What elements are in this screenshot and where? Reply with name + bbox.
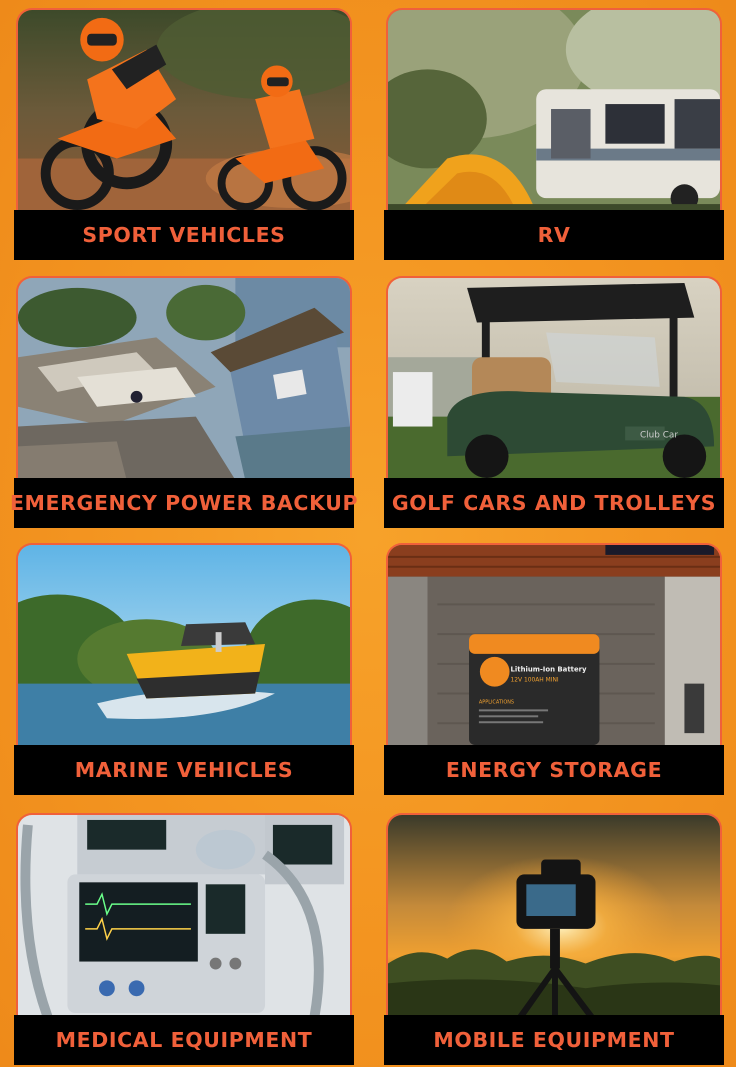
category-label: EMERGENCY POWER BACKUP <box>10 478 357 528</box>
battery-subtitle: 12V 100AH MINI <box>511 677 559 684</box>
category-card-rv[interactable]: RV <box>384 8 724 260</box>
category-card-energy-storage[interactable]: Lithium-Ion Battery 12V 100AH MINI APPLI… <box>384 543 724 795</box>
storm-damage-photo <box>16 276 352 480</box>
speedboat-photo <box>16 543 352 747</box>
golf-cart-badge: Club Car <box>640 430 678 440</box>
category-label: MOBILE EQUIPMENT <box>384 1015 724 1065</box>
category-card-marine-vehicles[interactable]: MARINE VEHICLES <box>14 543 354 795</box>
battery-title: Lithium-Ion Battery <box>511 666 588 674</box>
category-label-text: MEDICAL EQUIPMENT <box>55 1028 313 1052</box>
category-card-golf-cars-and-trolleys[interactable]: Club Car GOLF CARS AND TROLLEYS <box>384 276 724 528</box>
motocross-riders-photo <box>16 8 352 212</box>
category-label: ENERGY STORAGE <box>384 745 724 795</box>
category-card-mobile-equipment[interactable]: MOBILE EQUIPMENT <box>384 813 724 1065</box>
category-card-emergency-power-backup[interactable]: EMERGENCY POWER BACKUP <box>10 276 357 528</box>
battery-section: APPLICATIONS <box>479 699 514 705</box>
category-label-text: EMERGENCY POWER BACKUP <box>9 491 359 515</box>
category-card-medical-equipment[interactable]: MEDICAL EQUIPMENT <box>14 813 354 1065</box>
category-label: GOLF CARS AND TROLLEYS <box>384 478 724 528</box>
camera-tripod-sunset-photo <box>386 813 722 1017</box>
category-card-sport-vehicles[interactable]: SPORT VEHICLES <box>14 8 354 260</box>
category-label: SPORT VEHICLES <box>14 210 354 260</box>
category-label: MEDICAL EQUIPMENT <box>14 1015 354 1065</box>
category-label-text: MARINE VEHICLES <box>74 758 294 782</box>
golf-cart-photo: Club Car <box>386 276 722 480</box>
category-label-text: RV <box>537 223 571 247</box>
category-label-text: SPORT VEHICLES <box>82 223 286 247</box>
medical-ventilator-photo <box>16 813 352 1017</box>
category-label: MARINE VEHICLES <box>14 745 354 795</box>
category-label-text: GOLF CARS AND TROLLEYS <box>391 491 717 515</box>
rv-camping-photo <box>386 8 722 212</box>
category-label-text: ENERGY STORAGE <box>445 758 663 782</box>
category-label-text: MOBILE EQUIPMENT <box>433 1028 675 1052</box>
category-label: RV <box>384 210 724 260</box>
garage-battery-photo: Lithium-Ion Battery 12V 100AH MINI APPLI… <box>386 543 722 747</box>
